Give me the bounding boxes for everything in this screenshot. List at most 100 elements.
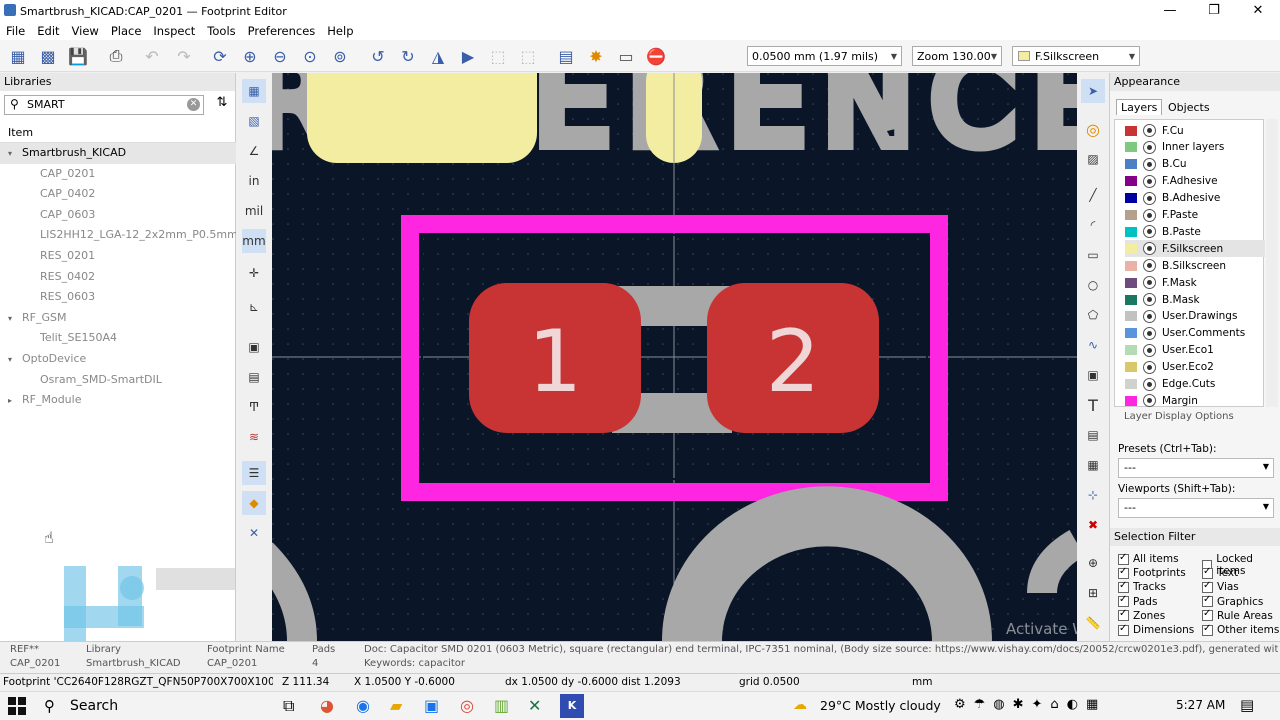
layer-row[interactable]: User.Comments <box>1125 325 1265 342</box>
checkbox-checked-icon[interactable] <box>1202 623 1213 636</box>
visibility-eye-icon[interactable] <box>1143 174 1156 188</box>
menu-view[interactable]: View <box>66 24 105 38</box>
layers-manager-icon[interactable]: ☰ <box>242 461 266 485</box>
layer-row[interactable]: F.Paste <box>1125 207 1265 224</box>
graphic-display-icon[interactable]: ▤ <box>242 365 266 389</box>
library-item[interactable]: ▾ OptoDevice <box>0 349 236 370</box>
selection-filter-checkbox[interactable]: Footprints <box>1118 566 1186 579</box>
footprint-item[interactable]: Telit_SE150A4 <box>0 328 236 349</box>
new-footprint-icon[interactable]: ▦ <box>6 44 30 68</box>
selection-filter-checkbox[interactable]: Dimensions <box>1118 623 1194 636</box>
layer-color-swatch[interactable] <box>1125 260 1137 271</box>
measure-icon[interactable]: 📏 <box>1081 611 1105 635</box>
units-mm-icon[interactable]: mm <box>242 229 266 253</box>
zoom-objects-icon[interactable]: ⊚ <box>328 44 352 68</box>
ungroup-icon[interactable]: ⬚ <box>516 44 540 68</box>
zoom-select[interactable]: Zoom 130.00 ▼ <box>912 46 1002 66</box>
excel-icon[interactable]: ✕ <box>528 696 541 715</box>
visibility-eye-icon[interactable] <box>1143 225 1156 239</box>
undo-icon[interactable]: ↶ <box>140 44 164 68</box>
kicad-icon[interactable]: K <box>560 694 584 718</box>
menu-preferences[interactable]: Preferences <box>242 24 322 38</box>
app-icon-2[interactable]: ▥ <box>494 696 509 715</box>
checkbox-checked-icon[interactable] <box>1118 608 1129 622</box>
sort-icon[interactable]: ⇅ <box>212 95 232 115</box>
checkbox-checked-icon[interactable] <box>1118 566 1129 579</box>
layer-color-swatch[interactable] <box>1125 362 1137 373</box>
checkbox-checked-icon[interactable] <box>1118 552 1129 565</box>
add-image-icon[interactable]: ▣ <box>1081 363 1105 387</box>
tab-layers[interactable]: Layers <box>1116 99 1163 115</box>
high-contrast-icon[interactable]: ≋ <box>242 425 266 449</box>
checkbox-checked-icon[interactable] <box>1202 608 1213 622</box>
menu-inspect[interactable]: Inspect <box>147 24 201 38</box>
clear-search-icon[interactable]: ✕ <box>187 98 200 111</box>
selection-filter-checkbox[interactable]: Zones <box>1118 608 1165 622</box>
visibility-eye-icon[interactable] <box>1143 394 1156 408</box>
chevron-right-icon[interactable]: ▸ <box>8 391 22 411</box>
rotate-cw-icon[interactable]: ↻ <box>396 44 420 68</box>
create-footprint-icon[interactable]: ▩ <box>36 44 60 68</box>
layer-row[interactable]: Inner layers <box>1125 139 1265 156</box>
layer-select[interactable]: F.Silkscreen ▼ <box>1012 46 1140 66</box>
library-item[interactable]: ▸ RF_Module <box>0 390 236 411</box>
layer-color-swatch[interactable] <box>1125 142 1137 153</box>
library-item[interactable]: ▾ Smartbrush_KICAD <box>0 143 236 164</box>
app-icon-1[interactable]: ◕ <box>320 696 334 715</box>
chrome-icon[interactable]: ◎ <box>460 696 474 715</box>
grid-origin-icon[interactable]: ⊞ <box>1081 581 1105 605</box>
layer-display-options[interactable]: Layer Display Options <box>1124 411 1234 422</box>
taskbar-search[interactable]: ⚲ Search <box>36 696 266 718</box>
footprint-item[interactable]: CAP_0201 <box>0 164 236 185</box>
load-footprint-icon[interactable]: ▭ <box>614 44 638 68</box>
selection-filter-checkbox[interactable]: Graphics <box>1202 594 1263 608</box>
visibility-eye-icon[interactable] <box>1143 259 1156 273</box>
add-zone-icon[interactable]: ▨ <box>1081 147 1105 171</box>
minimize-button[interactable]: — <box>1148 0 1192 22</box>
layer-row[interactable]: Edge.Cuts <box>1125 376 1265 393</box>
library-item[interactable]: ▾ RF_GSM <box>0 308 236 329</box>
add-anchor-icon[interactable]: ⊹ <box>1081 483 1105 507</box>
task-view-icon[interactable]: ⧉ <box>283 696 294 716</box>
draw-rectangle-icon[interactable]: ▭ <box>1081 243 1105 267</box>
add-table-icon[interactable]: ▦ <box>1081 453 1105 477</box>
appearance-icon[interactable]: ◆ <box>242 491 266 515</box>
selection-filter-checkbox[interactable]: All items <box>1118 552 1179 565</box>
layer-row[interactable]: B.Cu <box>1125 156 1265 173</box>
checkbox-checked-icon[interactable] <box>1202 580 1213 593</box>
properties-icon[interactable]: ✕ <box>242 521 266 545</box>
checkbox-checked-icon[interactable] <box>1118 580 1129 593</box>
maximize-button[interactable]: ❐ <box>1192 0 1236 22</box>
layer-color-swatch[interactable] <box>1125 210 1137 220</box>
layer-row[interactable]: User.Drawings <box>1125 308 1265 325</box>
draw-polygon-icon[interactable]: ⬠ <box>1081 303 1105 327</box>
zoom-fit-icon[interactable]: ⊙ <box>298 44 322 68</box>
store-icon[interactable]: ▣ <box>424 696 439 715</box>
menu-help[interactable]: Help <box>321 24 359 38</box>
pcb-canvas[interactable]: REFERENCE 1 2 Activate Windows <box>272 73 1077 641</box>
mirror-v-icon[interactable]: ▶ <box>456 44 480 68</box>
checkbox-checked-icon[interactable] <box>1202 566 1213 579</box>
refresh-icon[interactable]: ⟳ <box>208 44 232 68</box>
selection-filter-checkbox[interactable]: Other items <box>1202 623 1279 636</box>
edge-icon[interactable]: ◉ <box>356 696 370 715</box>
footprint-item[interactable]: Osram_SMD-SmartDIL <box>0 370 236 391</box>
footprint-checker-icon[interactable]: ⛔ <box>644 44 668 68</box>
layer-row[interactable]: B.Silkscreen <box>1125 257 1265 274</box>
visibility-eye-icon[interactable] <box>1143 157 1156 171</box>
print-icon[interactable]: ⎙ <box>104 44 128 68</box>
visibility-eye-icon[interactable] <box>1143 191 1156 205</box>
chevron-down-icon[interactable]: ▾ <box>8 144 22 164</box>
layer-row[interactable]: F.Adhesive <box>1125 173 1265 190</box>
checkbox-checked-icon[interactable] <box>1118 594 1129 608</box>
layer-color-swatch[interactable] <box>1125 395 1137 406</box>
chevron-down-icon[interactable]: ▾ <box>8 350 22 370</box>
save-icon[interactable]: 💾 <box>66 44 90 68</box>
windows-start-icon[interactable] <box>8 697 26 715</box>
viewports-select[interactable]: --- ▼ <box>1118 498 1274 518</box>
selection-filter-checkbox[interactable]: Rule Areas <box>1202 608 1273 622</box>
angle-icon[interactable]: ∠ <box>242 139 266 163</box>
footprint-item[interactable]: RES_0402 <box>0 267 236 288</box>
tab-objects[interactable]: Objects <box>1164 100 1214 115</box>
layer-color-swatch[interactable] <box>1125 345 1137 356</box>
